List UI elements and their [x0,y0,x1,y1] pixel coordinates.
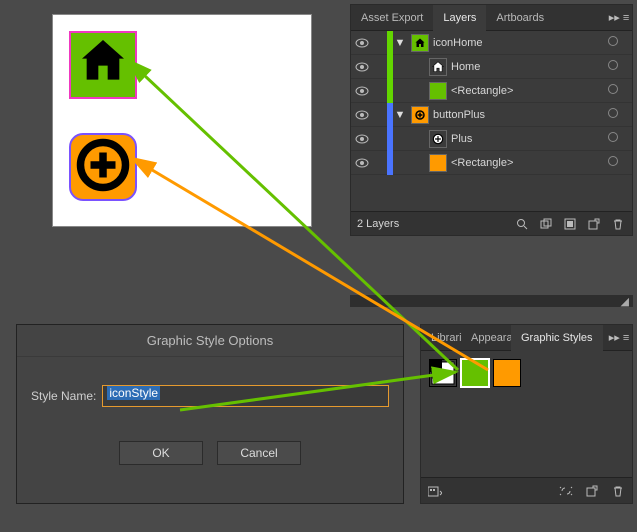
layer-row[interactable]: <Rectangle> [351,79,632,103]
selection-color [387,79,393,103]
layer-row[interactable]: Home [351,55,632,79]
visibility-toggle-icon[interactable] [351,157,373,169]
tab-libraries[interactable]: Libraries [421,325,461,351]
layer-row[interactable]: Plus [351,127,632,151]
layers-count: 2 Layers [357,218,399,230]
layer-thumbnail [429,58,447,76]
style-name-input[interactable]: iconStyle [102,385,389,407]
target-icon[interactable] [604,132,622,145]
graphic-style-swatch[interactable] [493,359,521,387]
styles-panel-menu-icon[interactable]: ▸▸ ≡ [606,331,632,344]
trash-icon[interactable] [610,483,626,499]
target-icon[interactable] [604,108,622,121]
target-icon[interactable] [604,156,622,169]
layer-name[interactable]: buttonPlus [433,109,604,121]
layer-thumbnail [411,34,429,52]
panel-tabs: Asset Export Layers Artboards ▸▸ ≡ [351,5,632,31]
graphic-style-swatch[interactable] [429,359,457,387]
selection-color [387,55,393,79]
tab-appearance[interactable]: Appearance [461,325,511,351]
home-icon [75,33,131,89]
cancel-button[interactable]: Cancel [217,441,301,465]
break-link-icon[interactable] [558,483,574,499]
locate-object-icon[interactable] [514,216,530,232]
new-sublayer-icon[interactable] [562,216,578,232]
target-icon[interactable] [604,36,622,49]
layer-name[interactable]: Plus [451,133,604,145]
trash-icon[interactable] [610,216,626,232]
layers-panel-footer: 2 Layers [351,211,632,235]
dialog-title: Graphic Style Options [17,325,403,357]
new-style-icon[interactable] [584,483,600,499]
target-icon[interactable] [604,60,622,73]
visibility-toggle-icon[interactable] [351,133,373,145]
layer-thumbnail [411,106,429,124]
selection-color [387,127,393,151]
selection-color [387,151,393,175]
layer-thumbnail [429,82,447,100]
layer-name[interactable]: <Rectangle> [451,157,604,169]
panel-menu-icon[interactable]: ▸▸ ≡ [606,11,632,24]
layer-row[interactable]: <Rectangle> [351,151,632,175]
new-layer-icon[interactable] [586,216,602,232]
layer-thumbnail [429,154,447,172]
tab-asset-export[interactable]: Asset Export [351,5,433,31]
visibility-toggle-icon[interactable] [351,61,373,73]
layer-name[interactable]: <Rectangle> [451,85,604,97]
layer-thumbnail [429,130,447,148]
graphic-style-options-dialog: Graphic Style Options Style Name: iconSt… [16,324,404,504]
plus-circle-icon [73,135,133,195]
target-icon[interactable] [604,84,622,97]
make-clipping-mask-icon[interactable] [538,216,554,232]
disclosure-triangle-icon[interactable]: ▼ [393,37,407,49]
styles-library-menu-icon[interactable] [427,483,443,499]
styles-panel-footer [421,477,632,503]
visibility-toggle-icon[interactable] [351,85,373,97]
layer-row[interactable]: ▼ iconHome [351,31,632,55]
artboard-preview [52,14,312,227]
disclosure-triangle-icon[interactable]: ▼ [393,109,407,121]
ok-button[interactable]: OK [119,441,203,465]
style-name-label: Style Name: [31,389,96,403]
visibility-toggle-icon[interactable] [351,109,373,121]
layers-panel: Asset Export Layers Artboards ▸▸ ≡ ▼ icon… [350,4,633,236]
visibility-toggle-icon[interactable] [351,37,373,49]
graphic-style-swatch[interactable] [461,359,489,387]
layer-name[interactable]: iconHome [433,37,604,49]
icon-home-object[interactable] [69,31,137,99]
tab-layers[interactable]: Layers [433,5,486,31]
layer-row[interactable]: ▼ buttonPlus [351,103,632,127]
tab-artboards[interactable]: Artboards [486,5,554,31]
tab-graphic-styles[interactable]: Graphic Styles [511,325,603,351]
graphic-styles-panel: Libraries Appearance Graphic Styles ▸▸ ≡ [420,324,633,504]
panel-resize-handle[interactable]: ◢ [350,295,633,307]
button-plus-object[interactable] [69,133,137,201]
layer-name[interactable]: Home [451,61,604,73]
styles-panel-tabs: Libraries Appearance Graphic Styles ▸▸ ≡ [421,325,632,351]
